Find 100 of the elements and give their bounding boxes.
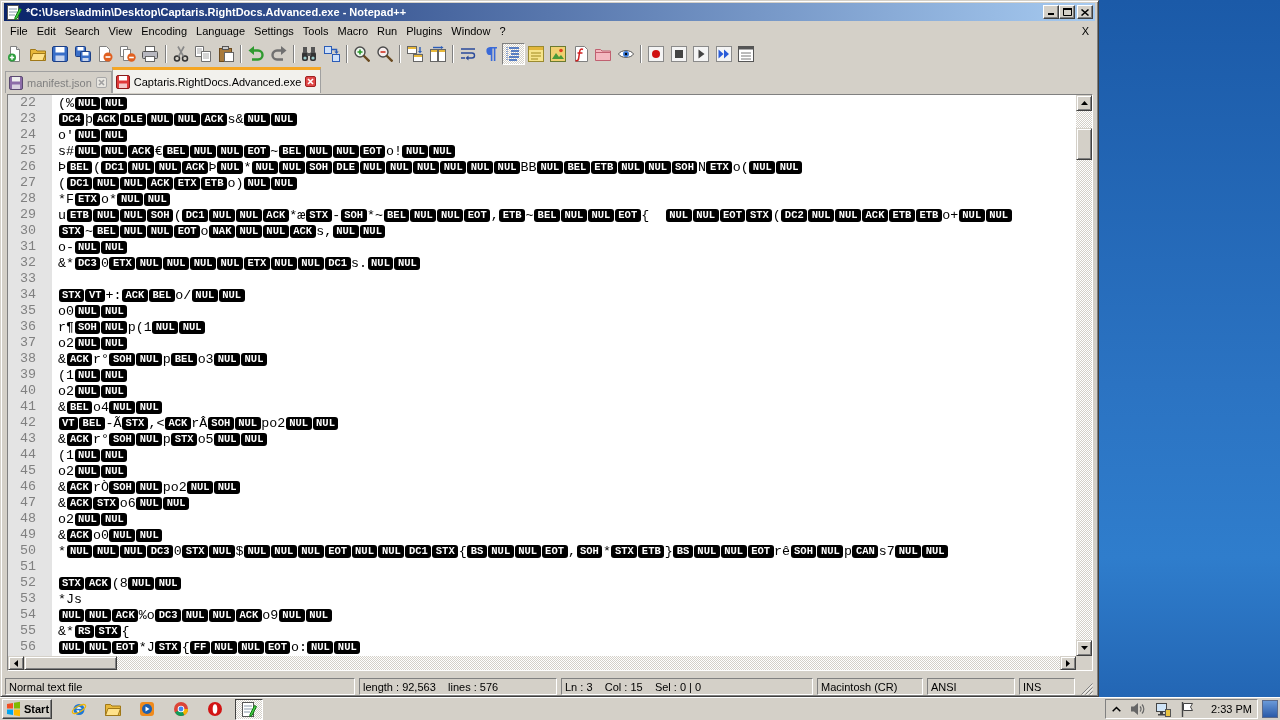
control-char-token: NUL [297,544,324,558]
menu-item[interactable]: Run [372,23,402,39]
insert-mode-label: INS [1019,678,1075,695]
menu-item[interactable]: Search [60,23,105,39]
close-button[interactable] [1077,5,1093,19]
menu-item[interactable]: File [5,23,33,39]
control-char-token: NUL [537,160,563,174]
scroll-left-button[interactable] [8,656,24,670]
control-char-token: SOH [207,416,234,430]
code-text: po2 [261,415,286,431]
menu-item[interactable]: Encoding [136,23,192,39]
menu-item[interactable]: Settings [249,23,299,39]
control-char-token: NUL [101,320,128,334]
control-char-token: ACK [66,528,93,542]
menu-item[interactable]: Tools [298,23,333,39]
resize-grip-icon[interactable] [1081,683,1093,695]
control-char-token: NUL [394,256,421,270]
control-char-token: DC3 [147,544,174,558]
code-text: o' [58,127,74,143]
control-char-token: NUL [235,208,262,222]
line-number: 42 [20,415,36,430]
code-text: { [641,207,651,223]
control-char-token: STX [171,432,198,446]
control-char-token: NUL [359,224,386,238]
control-char-token: NUL [120,544,147,558]
minimize-button[interactable] [1043,5,1059,19]
control-char-token: DC2 [781,208,808,222]
control-char-token: ACK [235,608,262,622]
menu-item[interactable]: Window [446,23,495,39]
code-text: & [58,479,66,495]
control-char-token: NUL [234,416,261,430]
menu-item[interactable]: Edit [32,23,61,39]
control-char-token: NUL [101,448,128,462]
control-char-token: NUL [109,400,136,414]
control-char-token: NUL [101,128,128,142]
control-char-token: ACK [201,112,227,126]
file-type-label: Normal text file [5,678,355,695]
horizontal-scrollbar[interactable] [8,656,1076,670]
close-document-button[interactable]: X [1077,23,1093,39]
control-char-token: NUL [136,432,163,446]
taskbar-button[interactable] [235,698,263,720]
word-wrap-icon [460,45,477,62]
control-char-token: NUL [440,160,467,174]
control-char-token: NUL [120,224,147,238]
control-char-token: BEL [93,224,120,238]
menu-item[interactable]: View [104,23,137,39]
control-char-token: ETX [74,192,101,206]
control-char-token: NUL [237,640,264,654]
control-char-token: NUL [85,640,112,654]
control-char-token: ETB [499,208,526,222]
close-icon[interactable] [305,76,317,87]
control-char-token: NUL [270,112,297,126]
scrollbar-thumb[interactable] [24,656,117,670]
line-number: 55 [20,623,36,638]
control-char-token: EOT [174,224,201,238]
code-text: ~ [525,207,534,223]
scroll-right-button[interactable] [1060,656,1076,670]
control-char-token: RS [74,624,95,638]
maximize-button[interactable] [1059,5,1075,19]
document-tab[interactable]: Captaris.RightDocs.Advanced.exe [111,67,322,93]
control-char-token: NUL [217,144,243,158]
control-char-token: DC1 [66,176,93,190]
flag-icon[interactable] [1180,701,1194,717]
menu-item[interactable]: Macro [333,23,373,39]
control-char-token: NUL [243,176,270,190]
code-text: o5 [197,431,214,447]
code-text: BB [520,159,537,175]
scroll-up-button[interactable] [1076,95,1092,111]
code-text: 0 [173,543,182,559]
scroll-down-button[interactable] [1076,640,1092,656]
line-number: 25 [20,143,36,158]
menu-item[interactable]: Language [191,23,250,39]
control-char-token: NUL [182,608,209,622]
code-text: o( [732,159,749,175]
menu-item[interactable]: Plugins [401,23,447,39]
code-text: o4 [92,399,109,415]
vertical-scrollbar[interactable] [1076,95,1092,656]
control-char-token: NUL [163,496,190,510]
indent-guide-button[interactable] [502,42,525,65]
media-player-icon [139,701,155,717]
control-char-token: BEL [383,208,410,222]
network-icon[interactable] [1155,701,1171,717]
text-editor[interactable] [7,94,1093,671]
control-char-token: NUL [251,160,278,174]
control-char-token: NUL [147,224,174,238]
scrollbar-thumb[interactable] [1076,128,1092,160]
control-char-token: NUL [93,176,120,190]
code-text: r° [92,431,109,447]
control-char-token: EOT [324,544,351,558]
menu-item[interactable]: ? [494,23,511,39]
code-text: - [332,207,341,223]
ring-icon [207,701,223,717]
code-text: o2 [58,383,74,399]
speaker-icon[interactable] [1130,701,1146,717]
control-char-token: BS [673,544,693,558]
start-button[interactable]: Start [2,699,52,719]
maximize-icon [1062,8,1072,16]
chevron-up-icon[interactable] [1112,706,1121,712]
files-minus-icon [119,45,136,62]
line-number: 40 [20,383,36,398]
